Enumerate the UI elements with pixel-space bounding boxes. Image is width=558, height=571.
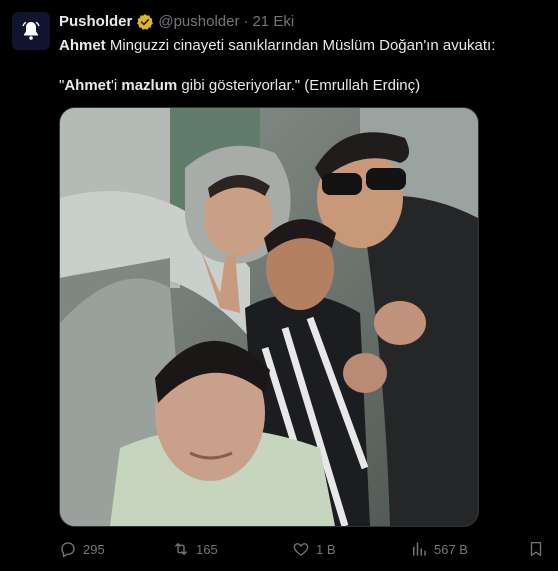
separator-dot: · — [243, 13, 249, 30]
author-handle[interactable]: @pusholder — [158, 12, 239, 32]
views-button[interactable]: 567 B — [410, 537, 468, 561]
hashtag-ahmet: Ahmet — [59, 37, 106, 54]
photo-group-selfie — [60, 108, 478, 526]
verified-badge-icon[interactable] — [136, 13, 154, 31]
repost-icon — [175, 543, 187, 555]
tweet-text-line-2: "Ahmet'i mazlum gibi gösteriyorlar." (Em… — [59, 76, 539, 96]
reply-icon — [61, 542, 75, 558]
views-count: 567 B — [434, 541, 468, 557]
bold-mazlum: mazlum — [121, 77, 178, 94]
repost-count: 165 — [196, 541, 218, 557]
views-icon — [413, 542, 426, 556]
reply-button[interactable]: 295 — [59, 537, 105, 561]
bold-ahmet: Ahmet — [64, 77, 111, 94]
author-name[interactable]: Pusholder — [59, 12, 132, 32]
tweet-actions: 295 165 1 B 567 B — [59, 537, 549, 561]
tweet: Pusholder @pusholder · 21 Eki Ahmet Ming… — [0, 0, 558, 571]
bell-icon — [22, 21, 40, 40]
reply-count: 295 — [83, 541, 105, 557]
tweet-text-line-2-rest: gibi gösteriyorlar." (Emrullah Erdinç) — [177, 77, 421, 94]
tweet-photo[interactable] — [59, 107, 479, 527]
bookmark-button[interactable] — [527, 537, 551, 561]
bookmark-icon — [530, 541, 542, 557]
tweet-text-line-1-rest: Minguzzi cinayeti sanıklarından Müslüm D… — [105, 37, 496, 54]
heart-icon — [293, 543, 309, 556]
repost-button[interactable]: 165 — [172, 537, 218, 561]
avatar[interactable] — [12, 12, 50, 50]
like-button[interactable]: 1 B — [292, 537, 336, 561]
tweet-text-line-1: Ahmet Minguzzi cinayeti sanıklarından Mü… — [59, 36, 539, 56]
tweet-date[interactable]: 21 Eki — [252, 12, 294, 32]
like-count: 1 B — [316, 541, 336, 557]
tweet-text-line-2-mid: 'i — [111, 77, 122, 94]
tweet-text: Ahmet Minguzzi cinayeti sanıklarından Mü… — [59, 36, 539, 96]
tweet-header: Pusholder @pusholder · 21 Eki — [59, 12, 294, 32]
